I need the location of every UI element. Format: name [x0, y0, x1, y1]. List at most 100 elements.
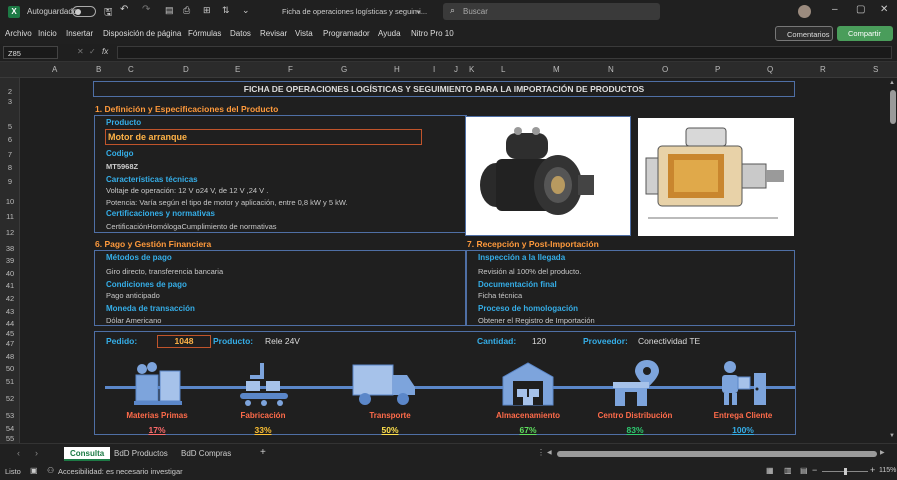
column-header[interactable]: Q — [767, 65, 773, 74]
column-header[interactable]: D — [183, 65, 189, 74]
close-icon[interactable]: ✕ — [880, 4, 888, 15]
macro-record-icon[interactable]: ▣ — [30, 466, 38, 475]
menu-ayuda[interactable]: Ayuda — [378, 29, 401, 38]
row-header[interactable]: 39 — [0, 256, 20, 265]
tab-bdd-compras[interactable]: BdD Compras — [175, 447, 237, 461]
add-sheet-icon[interactable]: + — [260, 447, 266, 458]
scroll-down-icon[interactable]: ▼ — [889, 433, 895, 439]
sheet-options-icon[interactable]: ⋮ — [537, 448, 545, 457]
tab-consulta[interactable]: Consulta — [64, 447, 111, 461]
print-icon[interactable]: ⎙ — [183, 5, 190, 16]
column-header[interactable]: L — [501, 65, 505, 74]
column-header[interactable]: O — [662, 65, 668, 74]
menu-archivo[interactable]: Archivo — [5, 29, 32, 38]
title-dropdown-icon[interactable]: ⌄ — [415, 6, 422, 15]
tab-next-icon[interactable]: › — [35, 448, 38, 458]
row-header[interactable]: 5 — [0, 122, 20, 131]
menu-datos[interactable]: Datos — [230, 29, 251, 38]
column-header[interactable]: I — [433, 65, 435, 74]
avatar[interactable] — [798, 5, 811, 18]
row-header[interactable]: 40 — [0, 269, 20, 278]
row-header[interactable]: 48 — [0, 352, 20, 361]
producto-field[interactable]: Motor de arranque — [105, 129, 422, 145]
row-header[interactable]: 10 — [0, 197, 20, 206]
zoom-out-icon[interactable]: − — [812, 465, 817, 475]
row-header[interactable]: 55 — [0, 434, 20, 443]
vertical-scrollbar[interactable]: ▲ ▼ — [889, 78, 897, 443]
zoom-in-icon[interactable]: + — [870, 465, 875, 475]
column-header[interactable]: M — [553, 65, 560, 74]
row-header[interactable]: 6 — [0, 135, 20, 144]
menu-vista[interactable]: Vista — [295, 29, 313, 38]
column-header[interactable]: K — [469, 65, 474, 74]
name-box[interactable]: Z85 — [3, 46, 58, 59]
customize-toolbar-icon[interactable]: ⌄ — [242, 5, 250, 16]
row-header[interactable]: 43 — [0, 307, 20, 316]
column-header[interactable]: H — [394, 65, 400, 74]
row-header[interactable]: 7 — [0, 150, 20, 159]
column-header[interactable]: B — [96, 65, 101, 74]
menu-inicio[interactable]: Inicio — [38, 29, 57, 38]
undo-icon[interactable]: ↶ — [120, 4, 128, 15]
menu-formulas[interactable]: Fórmulas — [188, 29, 221, 38]
scroll-up-icon[interactable]: ▲ — [889, 80, 895, 86]
enter-icon[interactable]: ✓ — [89, 47, 96, 56]
tab-prev-icon[interactable]: ‹ — [17, 448, 20, 458]
column-header[interactable]: P — [715, 65, 720, 74]
save-icon[interactable]: 🖫 — [104, 5, 113, 22]
row-header[interactable]: 8 — [0, 163, 20, 172]
row-header[interactable]: 53 — [0, 411, 20, 420]
hscroll-thumb[interactable] — [557, 451, 877, 457]
worksheet[interactable]: FICHA DE OPERACIONES LOGÍSTICAS Y SEGUIM… — [21, 78, 889, 443]
column-header[interactable]: C — [128, 65, 134, 74]
page-break-icon[interactable]: ▤ — [800, 466, 808, 475]
row-header[interactable]: 42 — [0, 294, 20, 303]
page-layout-icon[interactable]: ▥ — [784, 466, 792, 475]
row-header[interactable]: 2 — [0, 87, 20, 96]
doc-icon[interactable]: ▤ — [165, 5, 174, 16]
menu-programador[interactable]: Programador — [323, 29, 370, 38]
share-button[interactable]: Compartir — [837, 26, 893, 41]
filter-icon[interactable]: ⊞ — [203, 5, 211, 16]
hscroll-right-icon[interactable]: ▶ — [880, 449, 885, 456]
column-header[interactable]: G — [341, 65, 347, 74]
row-header[interactable]: 11 — [0, 212, 20, 221]
row-header[interactable]: 45 — [0, 329, 20, 338]
column-header[interactable]: J — [454, 65, 458, 74]
row-header[interactable]: 50 — [0, 364, 20, 373]
row-header[interactable]: 41 — [0, 281, 20, 290]
row-header[interactable]: 12 — [0, 228, 20, 237]
row-header[interactable]: 52 — [0, 394, 20, 403]
cancel-icon[interactable]: ✕ — [77, 47, 84, 56]
row-header[interactable]: 51 — [0, 377, 20, 386]
row-header[interactable]: 3 — [0, 97, 20, 106]
minimize-icon[interactable]: – — [832, 4, 838, 15]
maximize-icon[interactable]: ▢ — [856, 4, 865, 15]
pedido-field[interactable]: 1048 — [157, 335, 211, 348]
column-header[interactable]: F — [288, 65, 293, 74]
column-header[interactable]: E — [235, 65, 240, 74]
autosave-toggle[interactable] — [72, 6, 96, 17]
search-box[interactable]: ⌕ Buscar — [443, 3, 660, 20]
normal-view-icon[interactable]: ▦ — [766, 466, 774, 475]
sort-icon[interactable]: ⇅ — [222, 5, 230, 16]
menu-revisar[interactable]: Revisar — [260, 29, 287, 38]
row-header[interactable]: 9 — [0, 177, 20, 186]
row-header[interactable]: 47 — [0, 339, 20, 348]
row-header[interactable]: 38 — [0, 244, 20, 253]
column-header[interactable]: A — [52, 65, 57, 74]
tab-bdd-productos[interactable]: BdD Productos — [108, 447, 174, 461]
zoom-slider[interactable] — [822, 468, 868, 475]
row-header[interactable]: 54 — [0, 424, 20, 433]
scroll-thumb[interactable] — [890, 90, 896, 124]
accessibility-status[interactable]: Accesibilidad: es necesario investigar — [58, 467, 183, 476]
accessibility-icon[interactable]: ⚇ — [47, 466, 54, 475]
function-icon[interactable]: fx — [102, 47, 108, 56]
row-header[interactable]: 44 — [0, 319, 20, 328]
column-header[interactable]: R — [820, 65, 826, 74]
horizontal-scrollbar[interactable]: ◀ ▶ — [547, 449, 885, 457]
menu-disposicion[interactable]: Disposición de página — [103, 29, 181, 38]
formula-input[interactable] — [117, 46, 892, 59]
comments-button[interactable]: Comentarios — [775, 26, 833, 41]
menu-insertar[interactable]: Insertar — [66, 29, 93, 38]
